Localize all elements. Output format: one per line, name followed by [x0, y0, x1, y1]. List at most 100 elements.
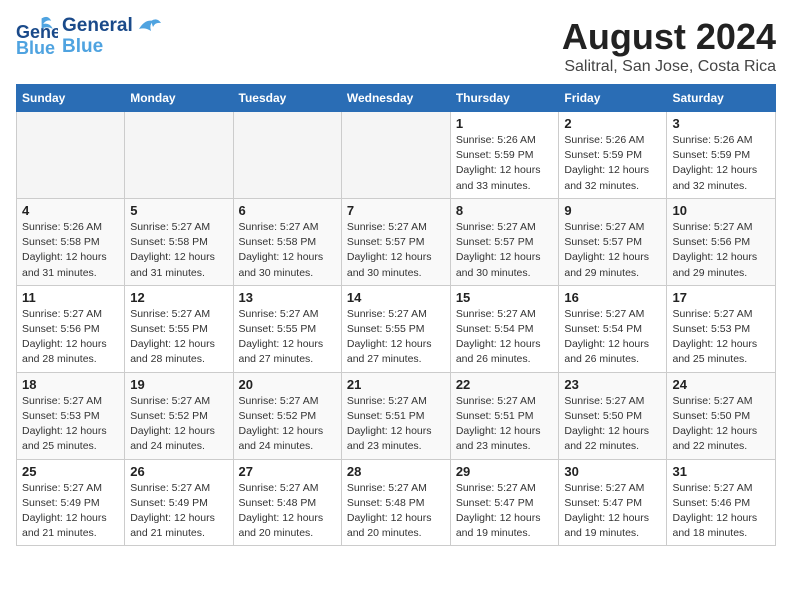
svg-text:Blue: Blue [16, 38, 55, 58]
calendar-day-cell: 31 Sunrise: 5:27 AM Sunset: 5:46 PM Dayli… [667, 459, 776, 546]
calendar-day-cell: 3 Sunrise: 5:26 AM Sunset: 5:59 PM Daylig… [667, 112, 776, 199]
day-info: Sunrise: 5:27 AM Sunset: 5:54 PM Dayligh… [564, 307, 661, 368]
day-info: Sunrise: 5:26 AM Sunset: 5:58 PM Dayligh… [22, 220, 119, 281]
day-info: Sunrise: 5:27 AM Sunset: 5:55 PM Dayligh… [347, 307, 445, 368]
calendar-day-cell: 12Sunrise: 5:27 AM Sunset: 5:55 PM Dayli… [125, 285, 233, 372]
day-info: Sunrise: 5:26 AM Sunset: 5:59 PM Dayligh… [456, 133, 554, 194]
calendar-day-cell: 10 Sunrise: 5:27 AM Sunset: 5:56 PM Dayli… [667, 198, 776, 285]
day-number: 27 [239, 464, 336, 479]
calendar-week-row: 1 Sunrise: 5:26 AM Sunset: 5:59 PM Daylig… [17, 112, 776, 199]
day-number: 5 [130, 203, 227, 218]
day-number: 25 [22, 464, 119, 479]
day-number: 22 [456, 377, 554, 392]
header-saturday: Saturday [667, 85, 776, 112]
day-info: Sunrise: 5:27 AM Sunset: 5:58 PM Dayligh… [130, 220, 227, 281]
logo-general: General [62, 16, 133, 37]
day-number: 19 [130, 377, 227, 392]
calendar-table: Sunday Monday Tuesday Wednesday Thursday… [16, 84, 776, 546]
calendar-day-cell: 13 Sunrise: 5:27 AM Sunset: 5:55 PM Dayli… [233, 285, 341, 372]
day-info: Sunrise: 5:27 AM Sunset: 5:50 PM Dayligh… [564, 394, 661, 455]
day-number: 18 [22, 377, 119, 392]
day-number: 11 [22, 290, 119, 305]
day-info: Sunrise: 5:27 AM Sunset: 5:46 PM Dayligh… [672, 481, 770, 542]
calendar-day-cell [17, 112, 125, 199]
day-info: Sunrise: 5:26 AM Sunset: 5:59 PM Dayligh… [672, 133, 770, 194]
calendar-day-cell: 19Sunrise: 5:27 AM Sunset: 5:52 PM Dayli… [125, 372, 233, 459]
day-info: Sunrise: 5:26 AM Sunset: 5:59 PM Dayligh… [564, 133, 661, 194]
day-info: Sunrise: 5:27 AM Sunset: 5:51 PM Dayligh… [347, 394, 445, 455]
calendar-day-cell: 29Sunrise: 5:27 AM Sunset: 5:47 PM Dayli… [450, 459, 559, 546]
header-friday: Friday [559, 85, 667, 112]
day-number: 1 [456, 116, 554, 131]
day-number: 28 [347, 464, 445, 479]
calendar-day-cell: 11 Sunrise: 5:27 AM Sunset: 5:56 PM Dayli… [17, 285, 125, 372]
day-info: Sunrise: 5:27 AM Sunset: 5:55 PM Dayligh… [239, 307, 336, 368]
day-info: Sunrise: 5:27 AM Sunset: 5:48 PM Dayligh… [347, 481, 445, 542]
day-info: Sunrise: 5:27 AM Sunset: 5:48 PM Dayligh… [239, 481, 336, 542]
day-number: 8 [456, 203, 554, 218]
header-wednesday: Wednesday [341, 85, 450, 112]
day-number: 9 [564, 203, 661, 218]
calendar-week-row: 25 Sunrise: 5:27 AM Sunset: 5:49 PM Dayli… [17, 459, 776, 546]
header-monday: Monday [125, 85, 233, 112]
title-block: August 2024 Salitral, San Jose, Costa Ri… [562, 16, 776, 76]
day-number: 30 [564, 464, 661, 479]
day-number: 15 [456, 290, 554, 305]
day-number: 10 [672, 203, 770, 218]
day-info: Sunrise: 5:27 AM Sunset: 5:51 PM Dayligh… [456, 394, 554, 455]
day-info: Sunrise: 5:27 AM Sunset: 5:56 PM Dayligh… [672, 220, 770, 281]
day-number: 3 [672, 116, 770, 131]
calendar-day-cell: 30 Sunrise: 5:27 AM Sunset: 5:47 PM Dayli… [559, 459, 667, 546]
day-number: 16 [564, 290, 661, 305]
day-number: 17 [672, 290, 770, 305]
day-number: 29 [456, 464, 554, 479]
day-number: 31 [672, 464, 770, 479]
day-info: Sunrise: 5:27 AM Sunset: 5:53 PM Dayligh… [672, 307, 770, 368]
calendar-week-row: 11 Sunrise: 5:27 AM Sunset: 5:56 PM Dayli… [17, 285, 776, 372]
day-number: 6 [239, 203, 336, 218]
calendar-day-cell: 8 Sunrise: 5:27 AM Sunset: 5:57 PM Daylig… [450, 198, 559, 285]
day-number: 26 [130, 464, 227, 479]
day-number: 23 [564, 377, 661, 392]
calendar-day-cell [341, 112, 450, 199]
day-info: Sunrise: 5:27 AM Sunset: 5:47 PM Dayligh… [564, 481, 661, 542]
calendar-header-row: Sunday Monday Tuesday Wednesday Thursday… [17, 85, 776, 112]
day-info: Sunrise: 5:27 AM Sunset: 5:57 PM Dayligh… [456, 220, 554, 281]
day-info: Sunrise: 5:27 AM Sunset: 5:49 PM Dayligh… [130, 481, 227, 542]
page-header: General Blue General Blue August 2024 Sa… [16, 16, 776, 76]
header-sunday: Sunday [17, 85, 125, 112]
day-info: Sunrise: 5:27 AM Sunset: 5:56 PM Dayligh… [22, 307, 119, 368]
day-info: Sunrise: 5:27 AM Sunset: 5:58 PM Dayligh… [239, 220, 336, 281]
day-info: Sunrise: 5:27 AM Sunset: 5:52 PM Dayligh… [239, 394, 336, 455]
day-info: Sunrise: 5:27 AM Sunset: 5:49 PM Dayligh… [22, 481, 119, 542]
calendar-day-cell: 25 Sunrise: 5:27 AM Sunset: 5:49 PM Dayli… [17, 459, 125, 546]
calendar-day-cell [233, 112, 341, 199]
calendar-day-cell: 15Sunrise: 5:27 AM Sunset: 5:54 PM Dayli… [450, 285, 559, 372]
calendar-day-cell: 14 Sunrise: 5:27 AM Sunset: 5:55 PM Dayli… [341, 285, 450, 372]
day-number: 21 [347, 377, 445, 392]
calendar-day-cell: 24 Sunrise: 5:27 AM Sunset: 5:50 PM Dayli… [667, 372, 776, 459]
calendar-day-cell: 9 Sunrise: 5:27 AM Sunset: 5:57 PM Daylig… [559, 198, 667, 285]
day-number: 7 [347, 203, 445, 218]
calendar-day-cell: 23 Sunrise: 5:27 AM Sunset: 5:50 PM Dayli… [559, 372, 667, 459]
calendar-day-cell: 7 Sunrise: 5:27 AM Sunset: 5:57 PM Daylig… [341, 198, 450, 285]
day-number: 13 [239, 290, 336, 305]
day-info: Sunrise: 5:27 AM Sunset: 5:57 PM Dayligh… [564, 220, 661, 281]
calendar-day-cell: 18Sunrise: 5:27 AM Sunset: 5:53 PM Dayli… [17, 372, 125, 459]
day-number: 4 [22, 203, 119, 218]
day-info: Sunrise: 5:27 AM Sunset: 5:57 PM Dayligh… [347, 220, 445, 281]
day-number: 14 [347, 290, 445, 305]
logo-blue: Blue [62, 37, 133, 58]
day-info: Sunrise: 5:27 AM Sunset: 5:50 PM Dayligh… [672, 394, 770, 455]
calendar-day-cell: 20Sunrise: 5:27 AM Sunset: 5:52 PM Dayli… [233, 372, 341, 459]
logo-icon: General Blue [16, 16, 58, 58]
day-number: 24 [672, 377, 770, 392]
calendar-day-cell: 6 Sunrise: 5:27 AM Sunset: 5:58 PM Daylig… [233, 198, 341, 285]
calendar-day-cell: 16 Sunrise: 5:27 AM Sunset: 5:54 PM Dayli… [559, 285, 667, 372]
calendar-day-cell: 1 Sunrise: 5:26 AM Sunset: 5:59 PM Daylig… [450, 112, 559, 199]
calendar-day-cell [125, 112, 233, 199]
calendar-day-cell: 28 Sunrise: 5:27 AM Sunset: 5:48 PM Dayli… [341, 459, 450, 546]
logo: General Blue General Blue [16, 16, 163, 58]
header-tuesday: Tuesday [233, 85, 341, 112]
day-number: 2 [564, 116, 661, 131]
